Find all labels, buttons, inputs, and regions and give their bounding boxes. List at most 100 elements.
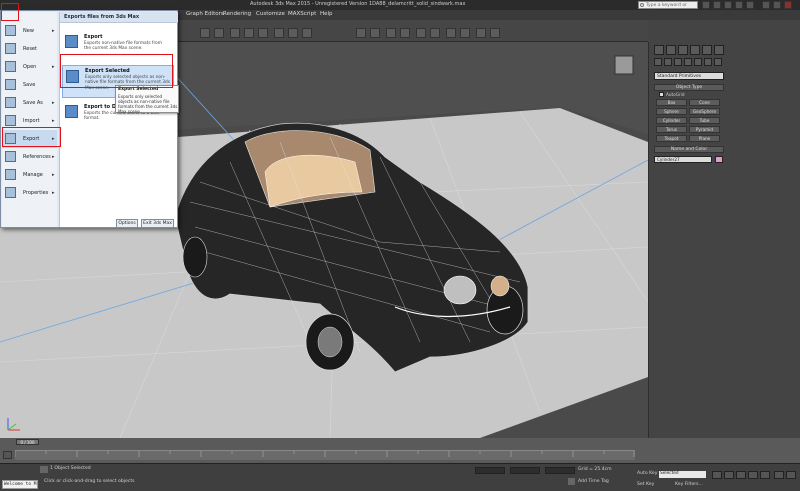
menu-item-references[interactable]: References ▸ (2, 148, 57, 166)
angle-snap-icon[interactable] (302, 28, 312, 38)
object-color-swatch[interactable] (715, 156, 723, 163)
key-icon[interactable] (724, 1, 732, 9)
help-star-icon[interactable] (713, 1, 721, 9)
snap-icon[interactable] (288, 28, 298, 38)
orbit-icon[interactable] (786, 471, 796, 479)
align-icon[interactable] (370, 28, 380, 38)
render-setup-icon[interactable] (460, 28, 470, 38)
plane-button[interactable]: Plane (689, 135, 720, 142)
key-filters-button[interactable]: Key Filters... (675, 482, 703, 487)
mirror-icon[interactable] (356, 28, 366, 38)
menu-customize[interactable]: Customize (256, 11, 285, 17)
rotate-icon[interactable] (244, 28, 254, 38)
command-panel: Standard Primitives Object Type AutoGrid… (648, 42, 800, 438)
cameras-icon[interactable] (684, 58, 692, 66)
motion-tab-icon[interactable] (690, 45, 700, 55)
exit-button[interactable]: Exit 3ds Max (141, 219, 174, 228)
selection-lock-icon[interactable] (40, 466, 48, 473)
pyramid-button[interactable]: Pyramid (689, 126, 720, 133)
select-icon[interactable] (200, 28, 210, 38)
helpers-icon[interactable] (694, 58, 702, 66)
menu-graph-editors[interactable]: Graph Editors (186, 11, 224, 17)
minimize-button[interactable] (762, 1, 770, 9)
move-icon[interactable] (230, 28, 240, 38)
app-button-highlight (1, 3, 19, 21)
time-slider-area: 0 / 100 (0, 438, 800, 463)
menu-rendering[interactable]: Rendering (223, 11, 251, 17)
geosphere-button[interactable]: GeoSphere (689, 108, 720, 115)
create-tab-icon[interactable] (654, 45, 664, 55)
sphere-button[interactable]: Sphere (656, 108, 687, 115)
layer-icon[interactable] (386, 28, 396, 38)
menu-item-reset[interactable]: Reset (2, 40, 57, 58)
go-to-end-icon[interactable] (760, 471, 770, 479)
teapot-button[interactable]: Teapot (656, 135, 687, 142)
name-and-color-rollout[interactable]: Name and Color (654, 146, 724, 153)
menu-item-open[interactable]: Open ▸ (2, 58, 57, 76)
cone-button[interactable]: Cone (689, 99, 720, 106)
pivot-icon[interactable] (274, 28, 284, 38)
spacewarps-icon[interactable] (704, 58, 712, 66)
open-folder-icon (5, 61, 16, 72)
menu-maxscript[interactable]: MAXScript (288, 11, 316, 17)
modify-tab-icon[interactable] (666, 45, 676, 55)
autogrid-checkbox[interactable] (659, 92, 664, 97)
search-input[interactable]: Type a keyword or phrase (638, 1, 698, 15)
menu-item-save-as[interactable]: Save As ▸ (2, 94, 57, 112)
scale-icon[interactable] (258, 28, 268, 38)
shapes-icon[interactable] (664, 58, 672, 66)
auto-key-button[interactable]: Auto Key (637, 471, 657, 476)
help-icon[interactable] (746, 1, 754, 9)
geometry-icon[interactable] (654, 58, 662, 66)
systems-icon[interactable] (714, 58, 722, 66)
maxscript-listener[interactable]: Welcome to M (2, 480, 38, 489)
graphite-icon[interactable] (400, 28, 410, 38)
zoom-extents-icon[interactable] (774, 471, 784, 479)
render-icon[interactable] (490, 28, 500, 38)
tube-button[interactable]: Tube (689, 117, 720, 124)
primitive-category-dropdown[interactable]: Standard Primitives (654, 72, 724, 80)
set-key-button[interactable]: Set Key (637, 482, 654, 487)
menu-item-manage[interactable]: Manage ▸ (2, 166, 57, 184)
next-frame-icon[interactable] (748, 471, 758, 479)
time-slider[interactable]: 0 / 100 (16, 439, 39, 445)
hierarchy-tab-icon[interactable] (678, 45, 688, 55)
mini-curve-editor-icon[interactable] (3, 451, 12, 459)
menu-item-new[interactable]: New ▸ (2, 22, 57, 40)
binoculars-icon[interactable] (702, 1, 710, 9)
object-name-field[interactable]: Cylinder27 (654, 156, 712, 163)
torus-button[interactable]: Torus (656, 126, 687, 133)
lights-icon[interactable] (674, 58, 682, 66)
key-mode-dropdown[interactable]: Selected (659, 471, 706, 478)
box-button[interactable]: Box (656, 99, 687, 106)
maximize-button[interactable] (773, 1, 781, 9)
play-icon[interactable] (736, 471, 746, 479)
export-arrow-icon (65, 35, 78, 48)
menu-help[interactable]: Help (320, 11, 333, 17)
curve-editor-icon[interactable] (416, 28, 426, 38)
options-button[interactable]: Options (116, 219, 138, 228)
y-coordinate-field[interactable] (510, 467, 540, 474)
manage-icon (5, 169, 16, 180)
select-region-icon[interactable] (214, 28, 224, 38)
rendered-frame-icon[interactable] (476, 28, 486, 38)
menu-item-save[interactable]: Save (2, 76, 57, 94)
viewcube-icon[interactable] (614, 55, 634, 75)
add-time-tag[interactable]: Add Time Tag (578, 479, 609, 484)
utilities-tab-icon[interactable] (714, 45, 724, 55)
export-selected-highlight (60, 54, 173, 88)
x-coordinate-field[interactable] (475, 467, 505, 474)
schematic-icon[interactable] (430, 28, 440, 38)
track-bar[interactable] (15, 450, 635, 460)
z-coordinate-field[interactable] (545, 467, 575, 474)
cylinder-button[interactable]: Cylinder (656, 117, 687, 124)
time-tag-icon[interactable] (568, 478, 575, 485)
material-editor-icon[interactable] (446, 28, 456, 38)
previous-frame-icon[interactable] (724, 471, 734, 479)
info-icon[interactable] (735, 1, 743, 9)
display-tab-icon[interactable] (702, 45, 712, 55)
menu-item-properties[interactable]: Properties ▸ (2, 184, 57, 202)
object-type-rollout[interactable]: Object Type (654, 84, 724, 91)
close-button[interactable] (784, 1, 792, 9)
go-to-start-icon[interactable] (712, 471, 722, 479)
